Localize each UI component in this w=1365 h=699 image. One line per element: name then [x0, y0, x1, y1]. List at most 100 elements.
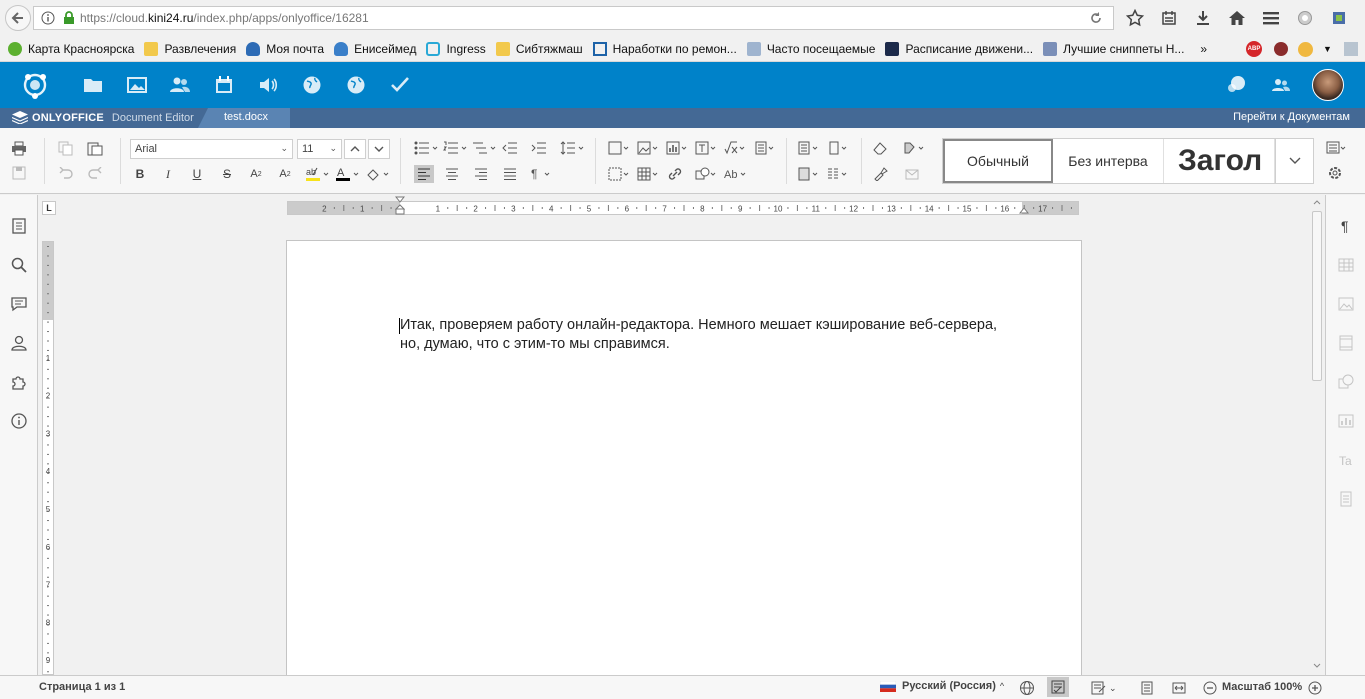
font-color-icon[interactable]: A	[335, 166, 361, 182]
save-icon[interactable]	[10, 165, 28, 181]
zoom-out-icon[interactable]	[1203, 681, 1217, 695]
reload-icon[interactable]	[1089, 11, 1103, 25]
styles-expand-button[interactable]	[1275, 139, 1313, 183]
adblock-icon[interactable]: ABP	[1246, 41, 1262, 57]
audio-icon[interactable]	[258, 75, 278, 95]
undo-icon[interactable]	[57, 165, 75, 181]
tasks-check-icon[interactable]	[390, 75, 410, 95]
line-spacing-icon[interactable]	[560, 140, 586, 156]
decrease-indent-icon[interactable]	[501, 140, 519, 156]
bookmark-item[interactable]: Развлечения	[144, 41, 236, 56]
review-button[interactable]: ⌄	[1091, 680, 1117, 696]
gear-icon[interactable]	[1326, 165, 1344, 181]
text-box-icon[interactable]	[695, 140, 721, 156]
spellcheck-button[interactable]	[1047, 677, 1069, 697]
style-no-spacing[interactable]: Без интерва	[1053, 139, 1164, 183]
insert-table-icon[interactable]	[637, 166, 663, 182]
back-button[interactable]	[5, 5, 31, 31]
mail-merge-icon[interactable]	[903, 166, 921, 182]
home-icon[interactable]	[1220, 8, 1254, 28]
highlight-color-icon[interactable]: ab	[305, 166, 331, 182]
vertical-scrollbar[interactable]	[1311, 195, 1323, 675]
color-scheme-icon[interactable]	[903, 140, 929, 156]
extension-face-icon[interactable]	[1298, 41, 1313, 57]
download-icon[interactable]	[1186, 8, 1220, 28]
bookmark-item[interactable]: Часто посещаемые	[746, 41, 875, 56]
user-icon[interactable]	[10, 334, 28, 352]
align-right-icon[interactable]	[472, 166, 490, 182]
increase-font-button[interactable]	[344, 139, 366, 159]
chat-icon[interactable]	[1227, 75, 1247, 95]
scroll-down-icon[interactable]	[1311, 661, 1323, 671]
right-indent-marker-icon[interactable]	[1019, 206, 1029, 214]
page-orientation-icon[interactable]	[827, 140, 853, 156]
chevron-down-icon[interactable]: ▼	[1323, 44, 1332, 54]
bullets-icon[interactable]	[414, 140, 440, 156]
subscript-icon[interactable]: A2	[276, 166, 294, 182]
bookmark-item[interactable]: Ingress	[426, 41, 486, 56]
print-icon[interactable]	[10, 140, 28, 156]
superscript-icon[interactable]: A2	[247, 166, 265, 182]
app-logo-icon[interactable]	[20, 70, 50, 100]
underline-icon[interactable]: U	[188, 166, 206, 182]
go-to-documents-link[interactable]: Перейти к Документам	[1233, 111, 1350, 123]
style-heading[interactable]: Загол	[1164, 139, 1275, 183]
bookmark-item[interactable]: Енисеймед	[334, 41, 416, 56]
font-size-select[interactable]: 11 ⌄	[297, 139, 342, 159]
bookmarks-more-button[interactable]: »	[1200, 42, 1207, 56]
bookmark-item[interactable]: Карта Красноярска	[8, 41, 134, 56]
extension-puzzle-icon[interactable]	[1322, 8, 1356, 28]
style-normal[interactable]: Обычный	[943, 139, 1053, 183]
globe-icon[interactable]	[1019, 680, 1035, 696]
document-page[interactable]: Итак, проверяем работу онлайн-редактора.…	[286, 240, 1082, 675]
page-size-icon[interactable]	[798, 166, 824, 182]
align-center-icon[interactable]	[443, 166, 461, 182]
comments-icon[interactable]	[10, 295, 28, 313]
decrease-font-button[interactable]	[368, 139, 390, 159]
font-name-select[interactable]: Arial ⌄	[130, 139, 293, 159]
scroll-up-icon[interactable]	[1311, 197, 1323, 207]
gallery-icon[interactable]	[127, 75, 147, 95]
italic-icon[interactable]: I	[159, 166, 177, 182]
strikethrough-icon[interactable]: S	[218, 166, 236, 182]
columns-icon[interactable]	[827, 166, 853, 182]
file-menu-icon[interactable]	[10, 217, 28, 235]
pilcrow-icon[interactable]: ¶	[530, 166, 556, 182]
fit-page-icon[interactable]	[1140, 681, 1154, 695]
bookmark-item[interactable]: Сибтяжмаш	[495, 41, 583, 56]
bold-icon[interactable]: B	[131, 166, 149, 182]
calendar-icon[interactable]	[214, 75, 234, 95]
numbering-icon[interactable]	[443, 140, 469, 156]
contacts-icon[interactable]	[170, 75, 190, 95]
avatar[interactable]	[1312, 69, 1344, 101]
info-icon[interactable]	[40, 10, 56, 26]
header-footer-icon[interactable]	[753, 140, 779, 156]
redo-icon[interactable]	[86, 165, 104, 181]
shape-icon[interactable]	[695, 166, 721, 182]
bookmark-star-icon[interactable]	[1118, 8, 1152, 28]
globe-icon[interactable]	[302, 75, 322, 95]
search-icon[interactable]	[10, 256, 28, 274]
paragraph-settings-icon[interactable]: ¶	[1337, 217, 1355, 235]
indent-marker-icon[interactable]	[395, 196, 405, 216]
bookmark-item[interactable]: Расписание движени...	[885, 41, 1033, 56]
copy-icon[interactable]	[57, 140, 75, 156]
zoom-in-icon[interactable]	[1308, 681, 1322, 695]
insert-table-frame-icon[interactable]	[608, 166, 634, 182]
equation-icon[interactable]	[724, 140, 750, 156]
extension-square-icon[interactable]	[1343, 42, 1358, 56]
paragraph-line[interactable]: но, думаю, что с этим-то мы справимся.	[400, 336, 670, 352]
align-justify-icon[interactable]	[501, 166, 519, 182]
page-break-icon[interactable]	[608, 140, 634, 156]
files-icon[interactable]	[83, 75, 103, 95]
multilevel-list-icon[interactable]	[472, 140, 498, 156]
reading-list-icon[interactable]	[1152, 8, 1186, 28]
address-bar[interactable]: https://cloud.kini24.ru/index.php/apps/o…	[33, 6, 1114, 30]
fit-width-icon[interactable]	[1172, 681, 1186, 695]
language-selector[interactable]: Русский (Россия) ^	[880, 680, 1004, 692]
paste-icon[interactable]	[86, 140, 104, 156]
bookmark-item[interactable]: Наработки по ремон...	[592, 41, 737, 56]
hyperlink-icon[interactable]	[666, 166, 684, 182]
view-settings-icon[interactable]	[1326, 140, 1348, 156]
clear-formatting-icon[interactable]	[871, 140, 889, 156]
